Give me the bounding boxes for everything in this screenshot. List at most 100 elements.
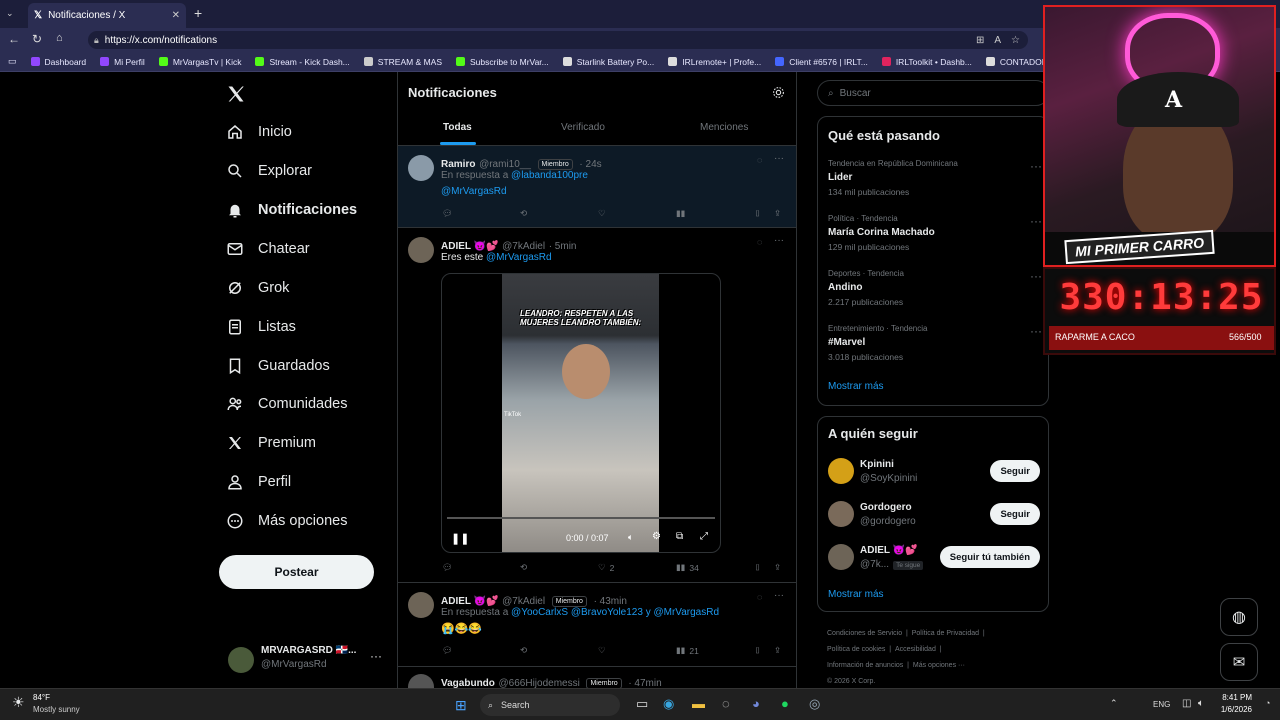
video-player[interactable]: LEANDRO: RESPETEN A LAS MUJERES LEANDRO … <box>441 273 721 553</box>
apps-icon[interactable]: ⊞ <box>976 35 984 46</box>
nav-item-3[interactable]: Chatear <box>226 240 310 258</box>
author-name[interactable]: ADIEL 😈💕 <box>441 596 499 607</box>
bookmark-item[interactable]: IRLremote+ | Profe... <box>668 57 761 67</box>
weather-temp[interactable]: 84°F <box>33 693 50 702</box>
more-icon[interactable]: ··· <box>1030 269 1042 283</box>
weather-desc[interactable]: Mostly sunny <box>33 705 80 714</box>
nav-item-1[interactable]: Explorar <box>226 162 312 180</box>
windows-start-icon[interactable]: ⊞ <box>455 697 467 714</box>
author-name[interactable]: Vagabundo <box>441 678 495 688</box>
follow-button[interactable]: Seguir tú también <box>939 546 1040 568</box>
discord-icon[interactable]: ◕ <box>752 696 760 711</box>
file-explorer-icon[interactable]: ▬ <box>692 696 705 711</box>
task-view-icon[interactable]: ▭ <box>636 696 648 712</box>
mention-link[interactable]: @MrVargasRd <box>486 252 552 263</box>
retweet-icon[interactable]: ⟲ <box>520 562 527 573</box>
bookmark-item[interactable]: Client #6576 | IRLT... <box>775 57 868 67</box>
tab-menciones[interactable]: Menciones <box>700 122 748 133</box>
steam-icon[interactable]: ◎ <box>809 696 820 712</box>
clock-date[interactable]: 1/6/2026 <box>1214 705 1252 714</box>
show-more-follow[interactable]: Mostrar más <box>828 589 884 600</box>
author-name[interactable]: Ramiro <box>441 159 475 170</box>
share-icon[interactable]: ⇪ <box>774 645 781 656</box>
bookmark-icon[interactable]: ⌷ <box>755 562 760 573</box>
x-logo-icon[interactable] <box>226 84 246 104</box>
follow-suggestion[interactable]: Gordogero @gordogero Seguir <box>828 497 1040 531</box>
favorite-star-icon[interactable]: ☆ <box>1011 35 1020 46</box>
grok-float-button[interactable]: ◍ <box>1220 598 1258 636</box>
bookmark-icon[interactable]: ⌷ <box>755 208 760 219</box>
footer-link[interactable]: Condiciones de Servicio <box>827 630 902 637</box>
bookmark-item[interactable]: CONTADOR <box>985 57 1048 67</box>
show-more-trends[interactable]: Mostrar más <box>828 381 884 392</box>
footer-link[interactable]: Política de cookies <box>827 646 885 653</box>
more-icon[interactable]: ··· <box>1030 324 1042 338</box>
nav-item-8[interactable]: Premium <box>226 434 316 452</box>
reply-icon[interactable]: 💬︎ <box>442 208 453 219</box>
share-icon[interactable]: ⇪ <box>774 562 781 573</box>
home-browser-icon[interactable]: ⌂ <box>56 32 63 44</box>
read-aloud-icon[interactable]: A <box>994 35 1001 46</box>
footer-link[interactable]: Más opciones ··· <box>913 662 965 669</box>
nav-item-5[interactable]: Listas <box>226 318 296 336</box>
search-input[interactable]: ⌕ Buscar <box>817 80 1049 106</box>
follow-button[interactable]: Seguir <box>990 503 1040 525</box>
volume-icon[interactable]: 🔈︎ <box>628 532 633 543</box>
more-icon[interactable]: ··· <box>774 153 784 164</box>
bookmark-item[interactable]: Mi Perfil <box>100 57 145 67</box>
bookmark-item[interactable]: Subscribe to MrVar... <box>456 57 549 67</box>
notification-item[interactable]: ADIEL 😈💕 @7kAdiel Miembro · 43min ◌ ··· … <box>398 583 796 667</box>
video-progress-bar[interactable] <box>447 517 715 519</box>
footer-link[interactable]: Información de anuncios <box>827 662 903 669</box>
tray-chevron-icon[interactable]: ⌃ <box>1110 698 1118 709</box>
more-icon[interactable]: ··· <box>774 235 784 246</box>
bookmark-item[interactable]: Dashboard <box>30 57 86 67</box>
author-name[interactable]: ADIEL 😈💕 <box>441 241 499 252</box>
bookmark-item[interactable]: Starlink Battery Po... <box>562 57 654 67</box>
bookmark-icon[interactable]: ⌷ <box>755 645 760 656</box>
bookmark-item[interactable]: MrVargasTv | Kick <box>158 57 241 67</box>
share-icon[interactable]: ⇪ <box>774 208 781 219</box>
tab-todas[interactable]: Todas <box>443 122 472 133</box>
more-icon[interactable]: ··· <box>370 649 382 663</box>
trend-item[interactable]: Entretenimiento · Tendencia #Marvel 3.018 … <box>828 324 1042 362</box>
back-icon[interactable]: ← <box>8 32 20 46</box>
nav-item-6[interactable]: Guardados <box>226 357 330 375</box>
like-icon[interactable]: ♡ <box>598 645 606 656</box>
volume-icon[interactable]: 🔈︎ <box>1198 698 1204 709</box>
more-icon[interactable]: ··· <box>1030 214 1042 228</box>
pause-icon[interactable]: ❚❚ <box>451 532 469 545</box>
post-button[interactable]: Postear <box>219 555 374 589</box>
follow-suggestion[interactable]: ADIEL 😈💕 @7k... Te sigue Seguir tú también <box>828 540 1040 574</box>
notification-item[interactable]: Vagabundo @666Hijodemessi Miembro · 47mi… <box>398 667 796 688</box>
browser-tab[interactable]: 𝕏 Notificaciones / X ✕ <box>28 3 186 28</box>
nav-item-2[interactable]: Notificaciones <box>226 201 357 219</box>
nav-item-10[interactable]: Más opciones <box>226 512 347 530</box>
reply-icon[interactable]: 💬︎ <box>442 562 453 573</box>
nav-item-7[interactable]: Comunidades <box>226 395 347 413</box>
views-button[interactable]: ▮▮ 34 <box>676 562 699 573</box>
footer-link[interactable]: Accesibilidad <box>895 646 936 653</box>
mention-link[interactable]: @MrVargasRd <box>441 186 507 197</box>
clock-time[interactable]: 8:41 PM <box>1220 693 1252 702</box>
messages-float-button[interactable]: ✉ <box>1220 643 1258 681</box>
nav-item-0[interactable]: Inicio <box>226 123 292 141</box>
follow-suggestion[interactable]: Kpinini @SoyKpinini Seguir <box>828 454 1040 488</box>
bookmark-item[interactable]: STREAM & MAS <box>363 57 442 67</box>
more-icon[interactable]: ··· <box>1030 159 1042 173</box>
like-icon[interactable]: ♡ <box>598 208 606 219</box>
nav-item-9[interactable]: Perfil <box>226 473 291 491</box>
notification-item[interactable]: ADIEL 😈💕 @7kAdiel · 5min ◌ ··· Eres este… <box>398 228 796 583</box>
reply-icon[interactable]: 💬︎ <box>442 645 453 656</box>
retweet-icon[interactable]: ⟲ <box>520 208 527 219</box>
close-tab-icon[interactable]: ✕ <box>172 10 180 21</box>
bookmarks-menu-icon[interactable]: ▭ <box>8 56 17 67</box>
taskbar-search[interactable]: ⌕ Search <box>480 694 620 716</box>
retweet-icon[interactable]: ⟲ <box>520 645 527 656</box>
bookmark-item[interactable]: Stream - Kick Dash... <box>255 57 350 67</box>
notification-bell-icon[interactable]: ◔ <box>1265 698 1270 708</box>
tab-verificado[interactable]: Verificado <box>561 122 605 133</box>
grok-icon[interactable]: ◌ <box>757 155 762 165</box>
reload-icon[interactable]: ↻ <box>32 32 42 46</box>
url-field[interactable]: 🔒︎ https://x.com/notifications ⊞ A ☆ <box>88 31 1028 49</box>
